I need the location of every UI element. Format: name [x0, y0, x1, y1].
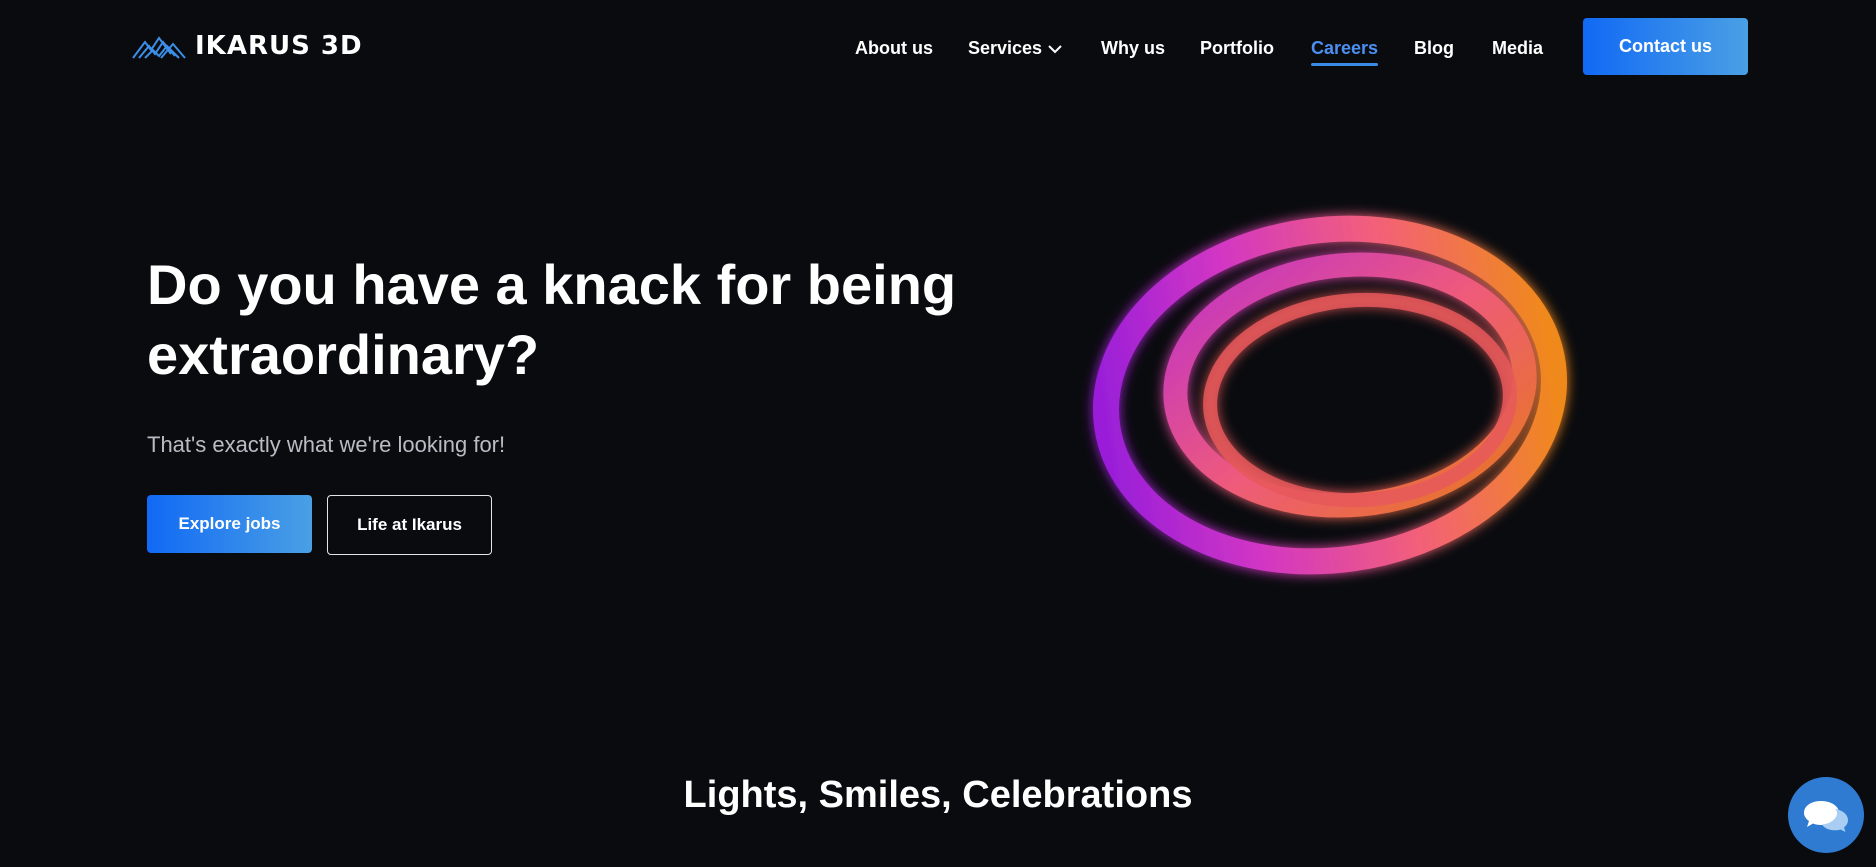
nav-about-us[interactable]: About us	[855, 34, 933, 62]
nav-blog[interactable]: Blog	[1414, 34, 1454, 62]
chevron-down-icon	[1048, 45, 1062, 54]
neon-rings-icon	[1093, 215, 1567, 575]
nav-services[interactable]: Services	[968, 34, 1062, 62]
nav-why-us[interactable]: Why us	[1101, 34, 1165, 62]
hero-title: Do you have a knack for being extraordin…	[147, 250, 1007, 390]
careers-page: IKARUS 3D About us Services Why us Portf…	[0, 0, 1876, 867]
explore-jobs-button[interactable]: Explore jobs	[147, 495, 312, 553]
contact-us-button[interactable]: Contact us	[1583, 18, 1748, 75]
hero-subtitle: That's exactly what we're looking for!	[147, 432, 506, 457]
life-at-ikarus-button[interactable]: Life at Ikarus	[327, 495, 492, 555]
chat-bubbles-icon	[1804, 801, 1848, 832]
section-title: Lights, Smiles, Celebrations	[683, 774, 1193, 816]
chat-button[interactable]	[1788, 777, 1864, 853]
nav-portfolio[interactable]: Portfolio	[1200, 34, 1274, 62]
hero-title-line-2: extraordinary?	[147, 323, 540, 386]
hero-title-line-1: Do you have a knack for being	[147, 253, 957, 316]
nav-services-label: Services	[968, 38, 1043, 58]
nav-media[interactable]: Media	[1492, 34, 1543, 62]
nav-careers[interactable]: Careers	[1311, 34, 1379, 66]
